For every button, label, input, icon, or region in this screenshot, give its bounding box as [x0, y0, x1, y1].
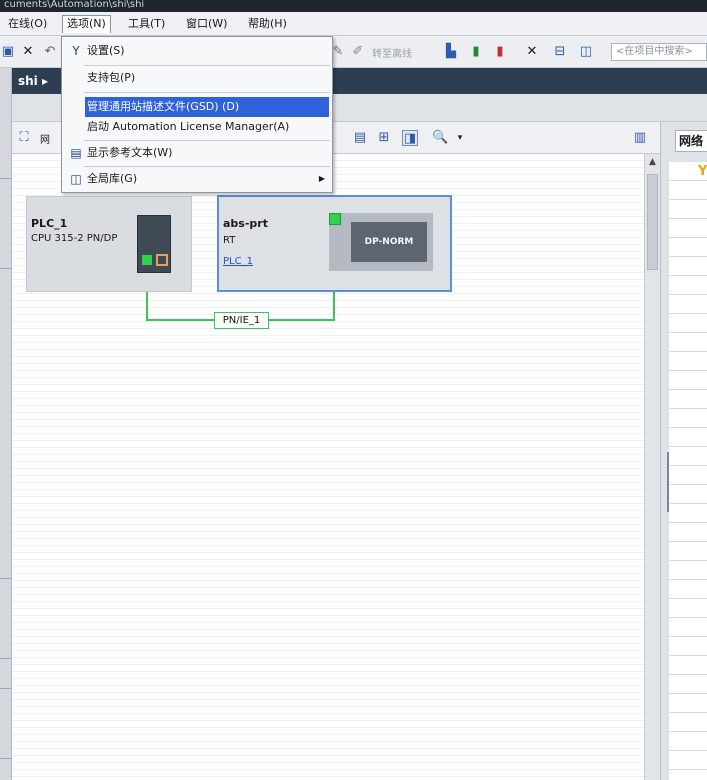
network-view-tab[interactable]: 网 — [40, 131, 50, 146]
strip-divider — [0, 268, 11, 269]
menu-item-label: 显示参考文本(W) — [87, 146, 173, 159]
go-offline-label[interactable]: 转至离线 — [372, 45, 412, 60]
split-vertical-icon[interactable]: ◫ — [578, 44, 594, 60]
filter-icon[interactable]: Y — [698, 164, 707, 179]
abs-prt-module: DP-NORM — [329, 213, 433, 271]
assigned-controller-link[interactable]: PLC_1 — [223, 256, 253, 267]
zoom-dropdown-icon[interactable]: ▾ — [452, 130, 468, 146]
menu-item-label: 全局库(G) — [87, 172, 138, 185]
menu-separator — [84, 140, 330, 141]
delete-icon[interactable]: ✕ — [20, 44, 36, 60]
stop-cpu-icon[interactable]: ▮ — [492, 44, 508, 60]
menu-bar: 在线(O) 选项(N) 工具(T) 窗口(W) 帮助(H) — [0, 12, 707, 36]
plc-type: CPU 315-2 PN/DP — [31, 233, 118, 244]
submenu-arrow-icon: ▶ — [318, 174, 325, 183]
abs-profinet-port-icon[interactable] — [329, 213, 341, 225]
options-dropdown-menu: Y 设置(S) 支持包(P) 管理通用站描述文件(GSD) (D) 启动 Aut… — [61, 36, 333, 193]
menu-item-settings[interactable]: Y 设置(S) — [63, 41, 331, 61]
panel-splitter[interactable] — [667, 452, 669, 512]
menu-help[interactable]: 帮助(H) — [244, 15, 291, 33]
panel-toggle-icon[interactable]: ▥ — [632, 130, 648, 146]
undo-icon[interactable]: ↶ — [42, 44, 58, 60]
menu-item-label: 支持包(P) — [87, 71, 136, 84]
start-cpu-icon[interactable]: ▮ — [468, 44, 484, 60]
topology-icon[interactable]: ▤ — [352, 130, 368, 146]
window-title: cuments\Automation\shi\shi — [4, 0, 145, 10]
accessible-devices-icon[interactable]: ▙ — [443, 44, 459, 60]
menu-item-license-manager[interactable]: 启动 Automation License Manager(A) — [63, 117, 331, 137]
menu-separator — [84, 166, 330, 167]
save-icon[interactable]: ▣ — [0, 44, 16, 60]
split-horizontal-icon[interactable]: ⊟ — [552, 44, 568, 60]
go-offline-icon[interactable]: ✐ — [350, 44, 366, 60]
wrench-icon: Y — [72, 44, 80, 58]
library-icon: ◫ — [70, 172, 82, 186]
menu-item-label: 设置(S) — [87, 44, 125, 57]
project-search-input[interactable]: <在项目中搜索> — [611, 43, 707, 61]
close-icon[interactable]: ✕ — [524, 44, 540, 60]
overview-table — [669, 162, 707, 780]
menu-item-label: 管理通用站描述文件(GSD) (D) — [87, 100, 240, 113]
window-title-bar: cuments\Automation\shi\shi — [0, 0, 707, 12]
menu-separator — [84, 92, 330, 93]
menu-item-label: 启动 Automation License Manager(A) — [87, 120, 290, 133]
abs-prt-name: abs-prt — [223, 217, 268, 230]
network-overview-tab[interactable]: 网络 — [675, 130, 707, 152]
abs-prt-type: RT — [223, 235, 236, 246]
menu-item-manage-gsd[interactable]: 管理通用站描述文件(GSD) (D) — [85, 97, 329, 117]
strip-divider — [0, 758, 11, 759]
scroll-up-icon[interactable]: ▲ — [645, 154, 660, 170]
menu-item-global-libraries[interactable]: ◫ 全局库(G) ▶ — [63, 169, 331, 189]
menu-options[interactable]: 选项(N) — [62, 15, 111, 33]
menu-window[interactable]: 窗口(W) — [182, 15, 231, 33]
dp-norm-label: DP-NORM — [351, 222, 427, 262]
strip-divider — [0, 578, 11, 579]
abs-prt-device[interactable]: abs-prt RT PLC_1 DP-NORM — [217, 195, 452, 292]
project-breadcrumb[interactable]: shi ▸ — [18, 74, 48, 88]
project-tree-collapsed[interactable] — [0, 68, 12, 780]
profinet-port-icon[interactable] — [142, 255, 152, 265]
menu-item-reference-text[interactable]: ▤ 显示参考文本(W) — [63, 143, 331, 163]
zoom-icon[interactable]: 🔍 — [432, 130, 448, 146]
network-label[interactable]: PN/IE_1 — [214, 312, 269, 329]
menu-item-support-packages[interactable]: 支持包(P) — [63, 68, 331, 88]
menu-tools[interactable]: 工具(T) — [124, 15, 169, 33]
network-view-icon[interactable]: ⛶ — [16, 130, 32, 146]
plc-device[interactable]: PLC_1 CPU 315-2 PN/DP — [26, 196, 192, 292]
grid-icon[interactable]: ⊞ — [376, 130, 392, 146]
plc-rack-icon — [137, 215, 171, 273]
strip-divider — [0, 688, 11, 689]
reference-text-icon: ▤ — [70, 146, 82, 160]
profibus-port-icon[interactable] — [156, 254, 168, 266]
plc-name: PLC_1 — [31, 217, 68, 230]
scrollbar-thumb[interactable] — [647, 174, 658, 270]
overview-icon[interactable]: ◨ — [402, 130, 418, 146]
right-panel: 网络 Y — [660, 122, 707, 780]
menu-online[interactable]: 在线(O) — [4, 15, 51, 33]
canvas-vertical-scrollbar[interactable]: ▲ — [644, 154, 660, 780]
menu-separator — [84, 65, 330, 66]
strip-divider — [0, 658, 11, 659]
strip-divider — [0, 178, 11, 179]
